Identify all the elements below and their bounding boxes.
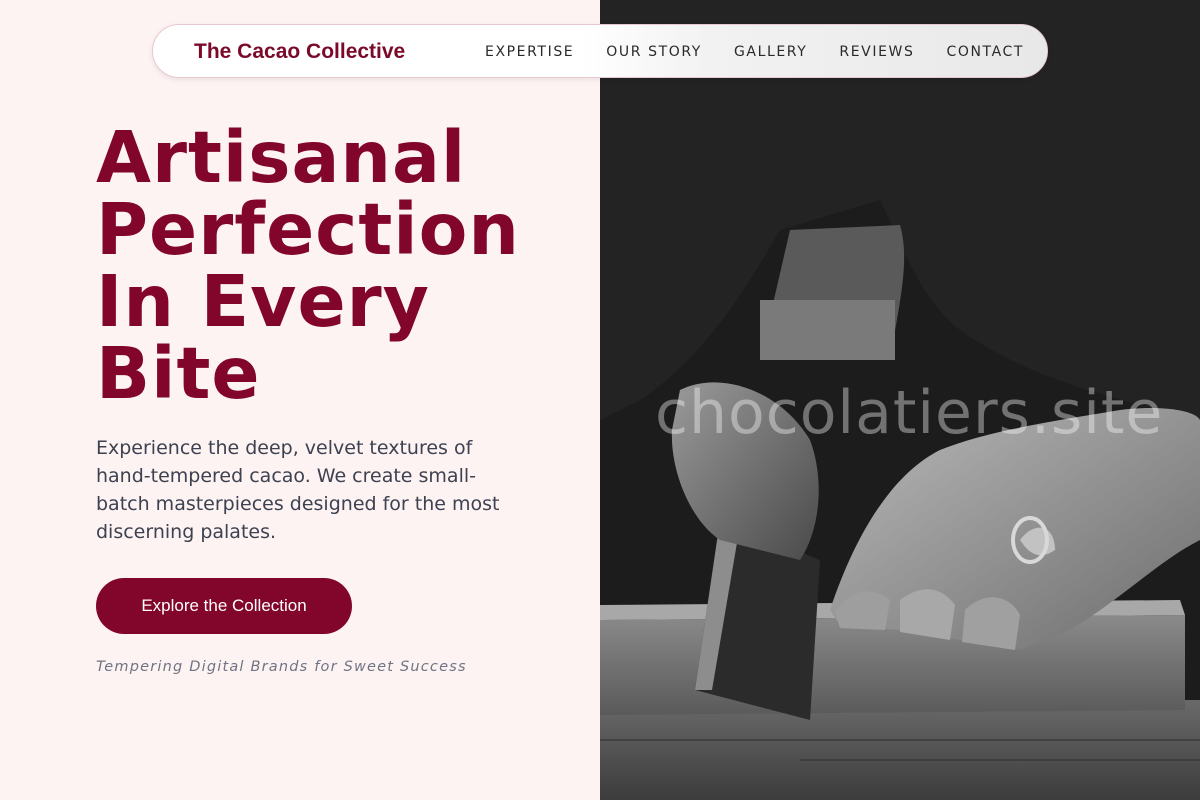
- hero-tagline: Tempering Digital Brands for Sweet Succe…: [96, 659, 467, 675]
- explore-collection-button[interactable]: Explore the Collection: [96, 578, 352, 634]
- watermark-text: chocolatiers.site: [655, 378, 1164, 448]
- brand-logo-link[interactable]: The Cacao Collective: [194, 40, 405, 64]
- top-navbar: The Cacao Collective EXPERTISE OUR STORY…: [152, 24, 1048, 78]
- nav-link-reviews[interactable]: REVIEWS: [839, 43, 914, 61]
- nav-link-gallery[interactable]: GALLERY: [734, 43, 807, 61]
- hero-title-line-2: Perfection: [96, 188, 520, 271]
- hero-description: Experience the deep, velvet textures of …: [96, 437, 500, 543]
- nav-link-contact[interactable]: CONTACT: [946, 43, 1024, 61]
- hero-title-line-3: In Every: [96, 260, 430, 343]
- nav-link-expertise[interactable]: EXPERTISE: [485, 43, 574, 61]
- hero-title-line-1: Artisanal: [96, 116, 467, 199]
- nav-links: EXPERTISE OUR STORY GALLERY REVIEWS CONT…: [485, 43, 1024, 61]
- hero-title: Artisanal Perfection In Every Bite: [96, 122, 586, 410]
- hero-title-line-4: Bite: [96, 332, 261, 415]
- nav-link-our-story[interactable]: OUR STORY: [606, 43, 702, 61]
